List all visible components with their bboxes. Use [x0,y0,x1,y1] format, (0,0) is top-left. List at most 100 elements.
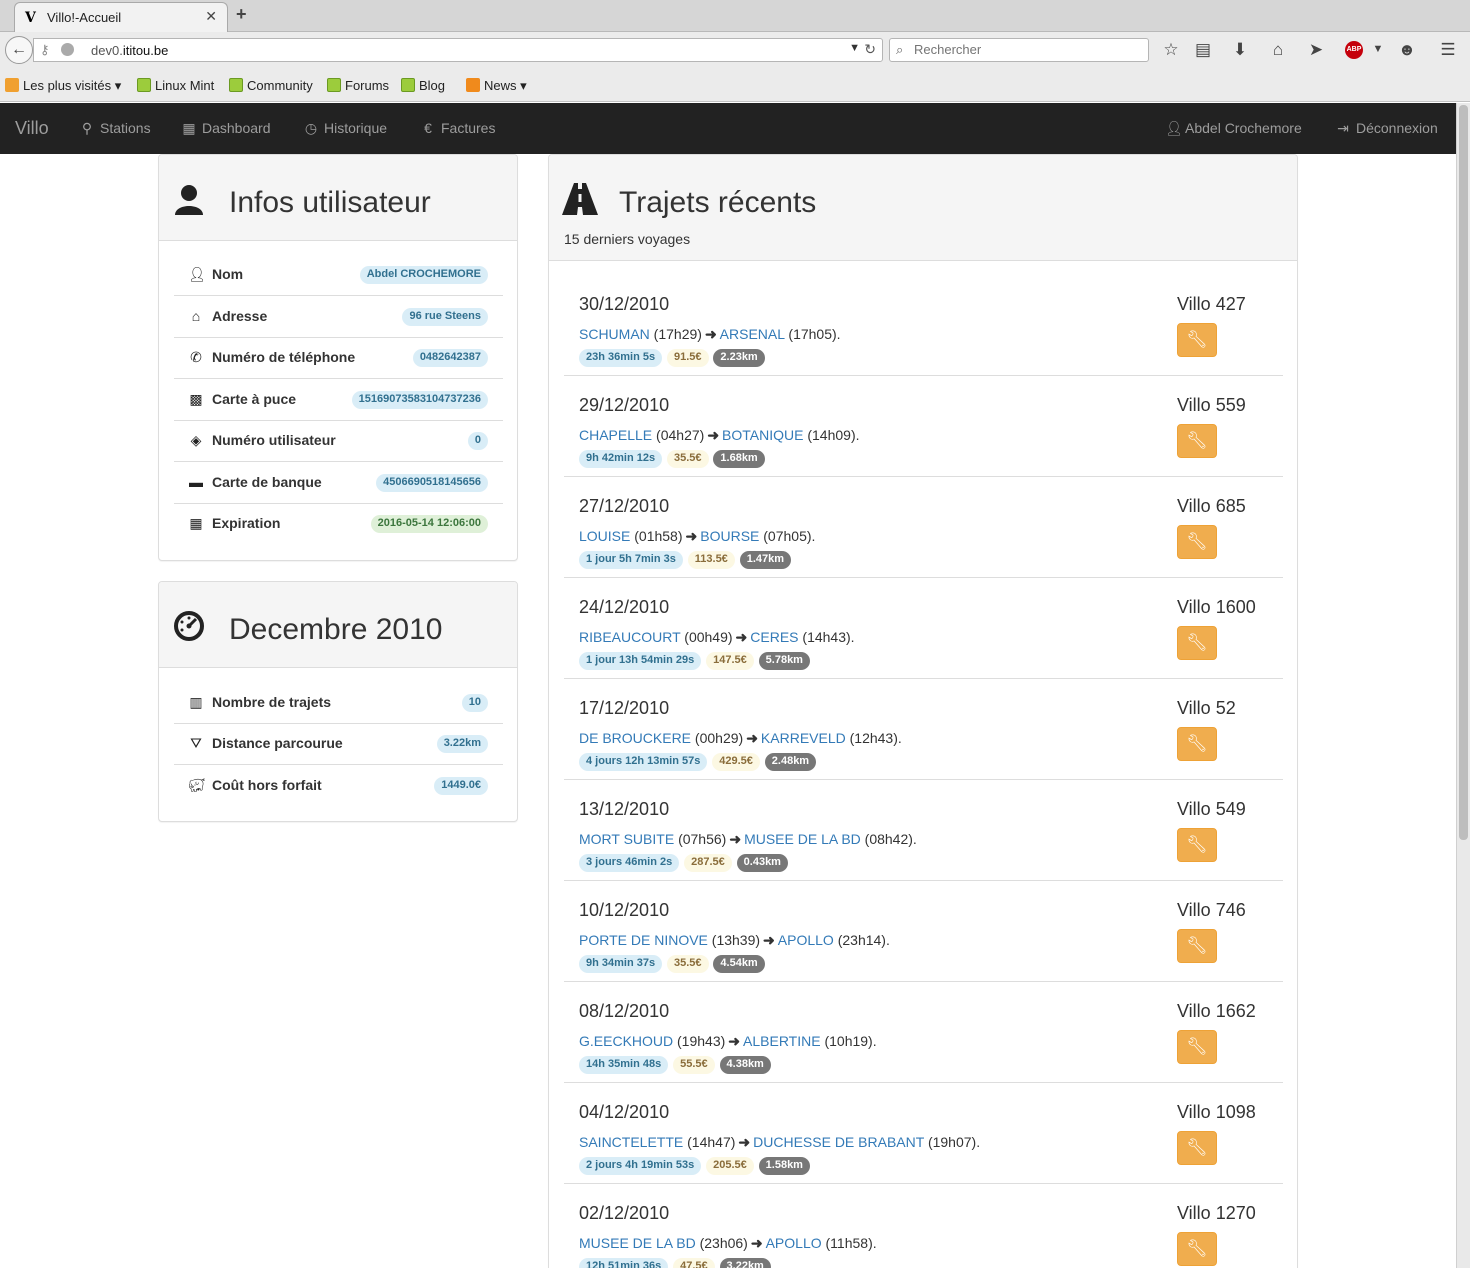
row-label: Numéro utilisateur [212,432,336,448]
report-issue-button[interactable]: 🔧︎ [1177,929,1217,963]
trip-to-station-link[interactable]: BOTANIQUE [722,427,803,443]
trip-from-station-link[interactable]: G.EECKHOUD [579,1033,673,1049]
trip-to-time: (08h42). [864,831,917,847]
trip-duration-badge: 9h 42min 12s [579,450,663,468]
arrow-right-icon: ➜ [729,831,742,847]
bookmark-linux-mint[interactable]: Linux Mint [137,78,214,93]
trip-from-station-link[interactable]: CHAPELLE [579,427,652,443]
trip-to-time: (19h07). [927,1134,981,1150]
month-row-trajets: ▥ Nombre de trajets 10 [174,682,503,724]
trip-from-station-link[interactable]: MUSEE DE LA BD [579,1235,696,1251]
trip-villo-id: Villo 559 [1177,395,1246,415]
bookmark-most-visited[interactable]: Les plus visités ▾ [5,78,121,94]
trip-to-time: (14h09). [807,427,860,443]
bookmark-community[interactable]: Community [229,78,313,93]
report-issue-button[interactable]: 🔧︎ [1177,424,1217,458]
history-dropdown-icon[interactable]: ▼ [849,42,860,54]
row-value-badge: 96 rue Steens [402,308,488,326]
reload-icon[interactable]: ↻ [864,41,876,58]
trip-item: 02/12/2010 Villo 1270 MUSEE DE LA BD (23h0… [564,1184,1283,1268]
row-label: Nombre de trajets [212,694,332,710]
trip-to-station-link[interactable]: KARREVELD [761,730,846,746]
month-heading: Decembre 2010 [159,582,517,668]
home-icon[interactable]: ⌂ [1267,40,1289,60]
adblock-dropdown-icon[interactable]: ▼ [1367,43,1389,55]
search-input[interactable] [914,42,1134,57]
trip-to-station-link[interactable]: APOLLO [778,932,834,948]
trip-from-station-link[interactable]: DE BROUCKERE [579,730,691,746]
row-label: Coût hors forfait [212,777,322,793]
home-icon: ⌂ [191,308,201,324]
report-issue-button[interactable]: 🔧︎ [1177,727,1217,761]
trip-from-station-link[interactable]: SCHUMAN [579,326,650,342]
report-issue-button[interactable]: 🔧︎ [1177,828,1217,862]
report-issue-button[interactable]: 🔧︎ [1177,1232,1217,1266]
report-issue-button[interactable]: 🔧︎ [1177,626,1217,660]
trip-item: 27/12/2010 Villo 685 LOUISE (01h58) ➜ BOURSE… [564,477,1283,578]
trip-cost-badge: 47.5€ [673,1258,715,1268]
trip-to-station-link[interactable]: ARSENAL [720,326,785,342]
nav-factures[interactable]: € Factures [421,120,495,136]
nav-logout[interactable]: ⇥ Déconnexion [1336,120,1438,137]
trip-from-time: (00h29) [694,730,744,746]
trip-to-station-link[interactable]: BOURSE [700,528,759,544]
trip-date: 04/12/2010 [579,1102,670,1122]
trip-to-station-link[interactable]: ALBERTINE [743,1033,821,1049]
trip-to-station-link[interactable]: CERES [750,629,798,645]
trip-from-station-link[interactable]: MORT SUBITE [579,831,674,847]
nav-dashboard[interactable]: ▦ Dashboard [182,120,270,137]
back-arrow-icon[interactable]: ← [5,36,33,64]
search-box[interactable]: ⌕ [889,38,1149,62]
nav-historique[interactable]: ◷ Historique [304,120,387,137]
trip-from-station-link[interactable]: RIBEAUCOURT [579,629,680,645]
trip-to-station-link[interactable]: MUSEE DE LA BD [744,831,861,847]
menu-icon[interactable]: ☰ [1437,40,1459,60]
bookmark-blog[interactable]: Blog [401,78,445,93]
scrollbar-thumb[interactable] [1459,105,1468,840]
trip-from-station-link[interactable]: SAINCTELETTE [579,1134,683,1150]
trip-from-time: (07h56) [678,831,727,847]
row-label: Nom [212,266,244,282]
nav-stations[interactable]: ⚲ Stations [80,120,151,137]
adblock-icon[interactable]: ABP [1345,41,1363,59]
trip-from-time: (14h47) [687,1134,736,1150]
trip-from-station-link[interactable]: LOUISE [579,528,630,544]
user-info-panel: Infos utilisateur 👤︎ Nom Abdel CROCHEMOR… [158,154,518,561]
road-icon [562,183,598,218]
page-scrollbar[interactable] [1456,103,1470,1268]
globe-icon [61,43,74,56]
trip-badges: 4 jours 12h 13min 57s 429.5€ 2.48km [579,751,817,771]
logout-icon: ⇥ [1337,120,1349,136]
browser-tab-active[interactable]: V Villo!-Accueil ✕ [14,2,228,32]
report-issue-button[interactable]: 🔧︎ [1177,1030,1217,1064]
star-icon[interactable]: ☆ [1160,40,1182,60]
close-tab-icon[interactable]: ✕ [205,8,217,25]
download-icon[interactable]: ⬇ [1229,40,1251,60]
trip-date: 10/12/2010 [579,900,670,920]
chat-icon[interactable]: ☻ [1396,40,1418,60]
report-issue-button[interactable]: 🔧︎ [1177,525,1217,559]
trip-date: 27/12/2010 [579,496,670,516]
panel-title: Decembre 2010 [229,613,443,646]
send-icon[interactable]: ➤ [1305,40,1327,60]
report-issue-button[interactable]: 🔧︎ [1177,1131,1217,1165]
trip-from-station-link[interactable]: PORTE DE NINOVE [579,932,708,948]
trip-cost-badge: 205.5€ [706,1157,754,1175]
bookmark-forums[interactable]: Forums [327,78,389,93]
report-issue-button[interactable]: 🔧︎ [1177,323,1217,357]
trip-to-station-link[interactable]: DUCHESSE DE BRABANT [753,1134,924,1150]
nav-user[interactable]: 👤︎ Abdel Crochemore [1165,120,1302,137]
reading-list-icon[interactable]: ▤ [1192,40,1214,60]
arrow-right-icon: ➜ [728,1033,741,1049]
new-tab-icon[interactable]: + [236,4,247,25]
row-label: Carte à puce [212,391,297,407]
trip-to-time: (11h58). [825,1235,877,1251]
wrench-icon: 🔧︎ [1186,633,1208,652]
bookmark-news[interactable]: News ▾ [466,78,527,94]
brand-link[interactable]: Villo [15,118,49,139]
url-text[interactable]: dev0.ititou.be [91,43,168,58]
trip-to-station-link[interactable]: APOLLO [766,1235,822,1251]
key-icon: ⚷ [40,42,50,57]
address-bar[interactable]: ⚷ dev0.ititou.be ▼ ↻ [33,38,883,62]
arrow-right-icon: ➜ [763,932,775,948]
